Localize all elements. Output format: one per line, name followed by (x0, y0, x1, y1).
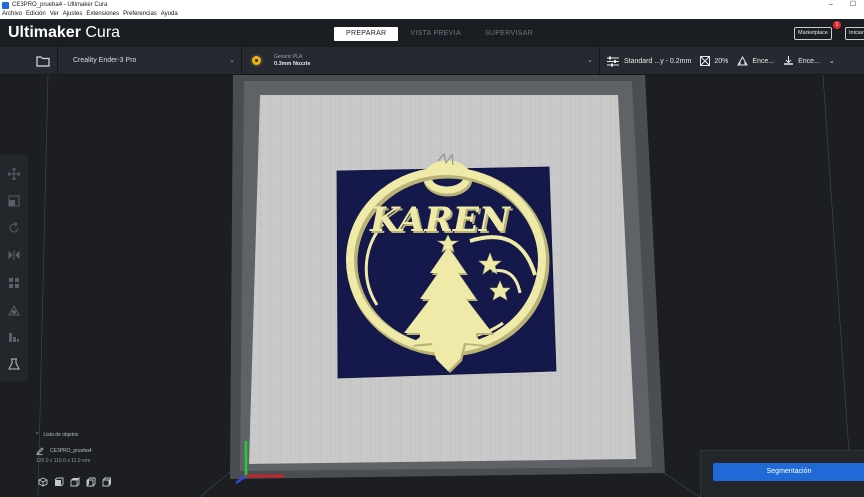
move-tool-button[interactable] (4, 163, 24, 184)
support-label: Ence... (752, 57, 775, 65)
cube-front-icon (54, 477, 64, 487)
lay-flat-button[interactable] (4, 327, 24, 348)
printer-name: Creality Ender-3 Pro (73, 57, 137, 64)
mirror-tool-button[interactable] (4, 245, 24, 266)
model-text: KAREN (369, 200, 512, 240)
view-top-button[interactable] (67, 476, 83, 488)
profile-label: Standard ...y - 0.2mm (624, 57, 692, 65)
cube-left-icon (86, 477, 96, 487)
maximize-button[interactable]: ☐ (842, 0, 864, 10)
object-list: ^ Lista de objetos CE3PRO_prueba4 120.0 … (36, 430, 92, 466)
scale-icon (8, 195, 20, 207)
view-3d-button[interactable] (35, 476, 51, 488)
chevron-down-icon: ⌄ (828, 58, 835, 65)
object-list-toggle[interactable]: ^ Lista de objetos (36, 430, 92, 440)
move-icon (8, 167, 20, 180)
rotate-icon (9, 222, 19, 233)
support-blocker-icon (8, 304, 20, 316)
cura-app-icon (2, 1, 9, 9)
view-orientation-buttons (35, 476, 115, 488)
object-name: CE3PRO_prueba4 (50, 448, 92, 454)
rotate-tool-button[interactable] (4, 218, 24, 239)
flask-icon (8, 358, 20, 370)
brand-name-light: Cura (85, 24, 121, 41)
edit-icon (36, 447, 44, 455)
folder-icon (35, 56, 50, 67)
print-settings-selector[interactable]: Standard ...y - 0.2mm 20% Ence... Ence..… (606, 47, 839, 75)
adhesion-label: Ence... (798, 57, 820, 65)
perspective-line (822, 75, 853, 497)
bar-icon (9, 333, 19, 343)
printer-selector[interactable]: Creality Ender-3 Pro ⌄ (58, 47, 242, 75)
object-list-item[interactable]: CE3PRO_prueba4 (36, 446, 92, 456)
infill-icon (700, 56, 711, 66)
cura-window: CE3PRO_prueba4 - Ultimaker Cura – ☐ Arch… (0, 0, 864, 497)
window-title: CE3PRO_prueba4 - Ultimaker Cura (12, 2, 108, 8)
app-header: Ultimaker Cura PREPARAR VISTA PREVIA SUP… (0, 19, 864, 47)
sliders-icon (606, 56, 620, 67)
material-selector[interactable]: Generic PLA 0.3mm Nozzle ⌄ (242, 47, 600, 75)
marketplace-button[interactable]: Marketplace (794, 27, 832, 40)
view-right-button[interactable] (99, 476, 115, 488)
object-list-label: Lista de objetos (43, 432, 79, 438)
cube-right-icon (102, 477, 111, 487)
main-toolbar: Creality Ender-3 Pro ⌄ Generic PLA 0.3mm… (0, 47, 864, 75)
brand-logo: Ultimaker Cura (8, 24, 120, 42)
cube-3d-icon (38, 477, 48, 487)
support-blocker-button[interactable] (4, 299, 24, 320)
menu-preferencias[interactable]: Preferencias (123, 10, 157, 19)
chevron-up-icon: ^ (36, 432, 39, 438)
tab-supervisar[interactable]: SUPERVISAR (473, 27, 545, 41)
scale-tool-button[interactable] (4, 190, 24, 211)
material-color-icon (250, 54, 263, 67)
build-plate-tool-button[interactable] (4, 354, 24, 375)
open-file-button[interactable] (28, 47, 58, 75)
tab-preparar[interactable]: PREPARAR (334, 27, 399, 41)
view-front-button[interactable] (51, 476, 67, 488)
adhesion-icon (783, 56, 794, 66)
chevron-down-icon: ⌄ (587, 57, 593, 64)
menu-ver[interactable]: Ver (50, 10, 59, 19)
grid-icon (9, 277, 19, 288)
signin-button[interactable]: Iniciar (845, 27, 864, 40)
per-model-settings-button[interactable] (4, 272, 24, 293)
build-scene[interactable]: KAREN KAREN (0, 75, 864, 497)
view-left-button[interactable] (83, 476, 99, 488)
action-panel: Segmentación (700, 450, 864, 497)
menu-ajustes[interactable]: Ajustes (63, 10, 83, 19)
nozzle-size: 0.3mm Nozzle (274, 61, 311, 67)
menu-bar: Archivo Edición Ver Ajustes Extensiones … (0, 10, 864, 19)
stage-tabs: PREPARAR VISTA PREVIA SUPERVISAR (334, 27, 545, 41)
3d-viewport[interactable]: KAREN KAREN ^ Lista de objetos CE3PRO_pr… (0, 75, 864, 497)
window-titlebar: CE3PRO_prueba4 - Ultimaker Cura – ☐ (0, 0, 864, 10)
tool-sidebar (0, 155, 28, 381)
marketplace-badge: 1 (833, 21, 841, 29)
menu-ayuda[interactable]: Ayuda (161, 10, 178, 19)
minimize-button[interactable]: – (820, 0, 842, 10)
mirror-icon (8, 250, 20, 261)
chevron-down-icon: ⌄ (229, 57, 235, 64)
infill-label: 20% (714, 57, 729, 65)
material-name: Generic PLA (274, 54, 303, 60)
support-icon (737, 56, 749, 66)
menu-archivo[interactable]: Archivo (2, 10, 22, 19)
menu-extensiones[interactable]: Extensiones (86, 10, 119, 19)
slice-button[interactable]: Segmentación (713, 463, 864, 481)
menu-edicion[interactable]: Edición (26, 10, 46, 19)
tab-vista-previa[interactable]: VISTA PREVIA (398, 27, 473, 41)
cube-top-icon (70, 477, 80, 487)
object-dimensions: 120.0 x 115.0 x 11.0 mm (36, 458, 91, 464)
brand-name-bold: Ultimaker (8, 24, 81, 41)
